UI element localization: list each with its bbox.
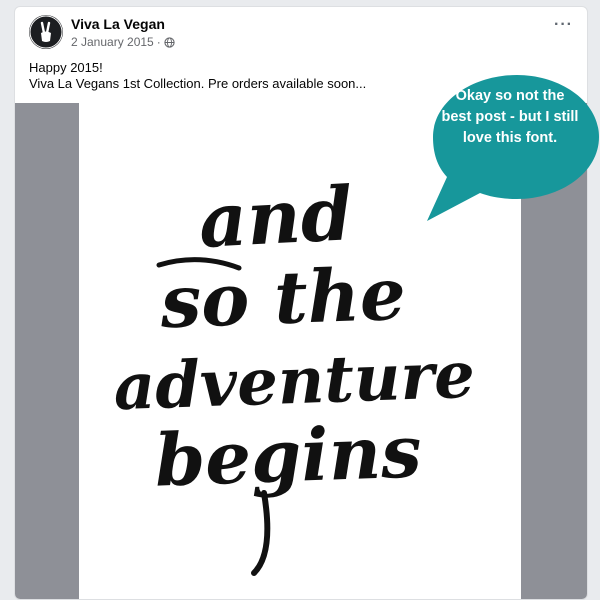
callout-text: Okay so not the best post - but I still …	[441, 88, 579, 146]
meta-separator: ·	[156, 35, 161, 49]
peace-hand-icon	[29, 15, 63, 49]
page-name-link[interactable]: Viva La Vegan	[71, 16, 165, 32]
lettering-line-2: so the	[158, 251, 407, 345]
more-options-button[interactable]: ···	[554, 17, 573, 33]
post-header: Viva La Vegan 2 January 2015 · ···	[15, 7, 587, 67]
post-date[interactable]: 2 January 2015	[71, 35, 154, 49]
lettering-line-4: begins	[153, 408, 423, 502]
brush-stroke	[251, 490, 271, 576]
post-text-line-1: Happy 2015!	[29, 60, 103, 75]
post-text: Happy 2015! Viva La Vegans 1st Collectio…	[29, 60, 366, 92]
globe-icon[interactable]	[164, 36, 175, 48]
post-meta: 2 January 2015 ·	[71, 35, 175, 49]
lettering-line-1: and	[197, 171, 355, 265]
page-avatar[interactable]	[29, 15, 63, 49]
post-text-line-2: Viva La Vegans 1st Collection. Pre order…	[29, 76, 367, 91]
